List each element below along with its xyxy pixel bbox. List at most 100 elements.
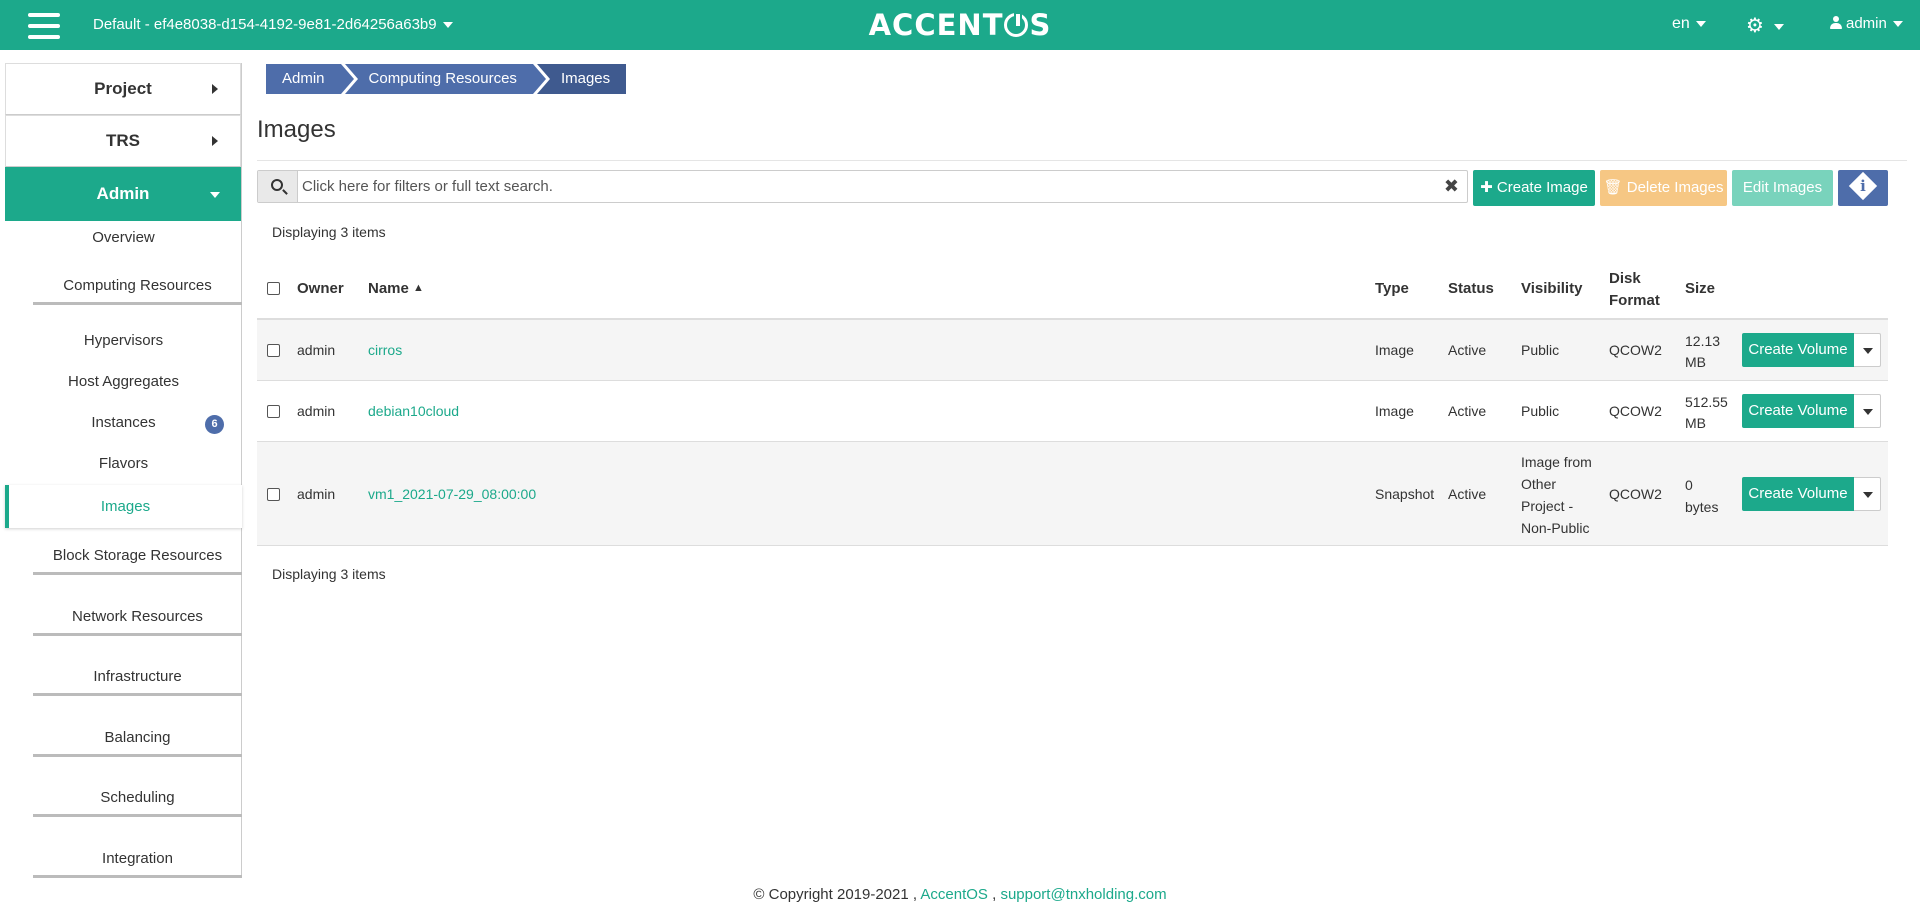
visibility-line: Project - bbox=[1521, 498, 1574, 514]
sidebar-item-hypervisors[interactable]: Hypervisors bbox=[5, 332, 242, 349]
sidebar-panel-admin[interactable]: Admin bbox=[5, 167, 241, 221]
create-image-button[interactable]: ✚ Create Image bbox=[1473, 170, 1595, 206]
user-icon bbox=[1830, 16, 1842, 29]
column-type[interactable]: Type bbox=[1375, 280, 1409, 297]
table-row: admin vm1_2021-07-29_08:00:00 Snapshot A… bbox=[257, 442, 1888, 546]
column-size[interactable]: Size bbox=[1685, 280, 1715, 297]
delete-images-button[interactable]: 🗑 Delete Images bbox=[1600, 170, 1727, 206]
sidebar-item-balancing[interactable]: Balancing bbox=[33, 729, 242, 757]
breadcrumb-admin[interactable]: Admin bbox=[266, 64, 358, 94]
size-value: 512.55 bbox=[1685, 394, 1728, 410]
page-title: Images bbox=[257, 116, 336, 143]
footer: © Copyright 2019-2021 , AccentOS , suppo… bbox=[0, 886, 1920, 903]
column-owner[interactable]: Owner bbox=[297, 280, 344, 297]
hamburger-menu-icon[interactable] bbox=[28, 13, 60, 39]
column-name[interactable]: Name ▲ bbox=[368, 280, 424, 297]
row-actions-dropdown[interactable] bbox=[1854, 333, 1881, 367]
items-count-top: Displaying 3 items bbox=[272, 224, 386, 240]
sidebar-item-scheduling[interactable]: Scheduling bbox=[33, 789, 242, 817]
copyright-text: © Copyright 2019-2021 , bbox=[753, 886, 918, 903]
breadcrumb-label: Images bbox=[560, 70, 611, 87]
breadcrumb-images: Images bbox=[536, 64, 627, 94]
cell-size: 0 bytes bbox=[1685, 474, 1718, 518]
instances-count-badge: 6 bbox=[205, 415, 224, 434]
column-disk-format[interactable]: Disk Format bbox=[1609, 268, 1660, 312]
user-name: admin bbox=[1846, 15, 1887, 32]
sidebar-item-computing-resources[interactable]: Computing Resources bbox=[33, 277, 242, 305]
search-bar: ✖ bbox=[257, 170, 1468, 203]
create-volume-button[interactable]: Create Volume bbox=[1742, 333, 1854, 367]
image-link[interactable]: debian10cloud bbox=[368, 403, 459, 419]
sidebar-item-block-storage-resources[interactable]: Block Storage Resources bbox=[33, 547, 242, 575]
support-email-link[interactable]: support@tnxholding.com bbox=[1000, 886, 1166, 903]
cell-type: Image bbox=[1375, 403, 1414, 419]
column-status[interactable]: Status bbox=[1448, 280, 1494, 297]
edit-images-button[interactable]: Edit Images bbox=[1732, 170, 1833, 206]
sort-asc-icon: ▲ bbox=[413, 282, 424, 294]
size-unit: MB bbox=[1685, 354, 1706, 370]
size-unit: bytes bbox=[1685, 499, 1719, 515]
sidebar-item-overview[interactable]: Overview bbox=[5, 229, 242, 246]
cell-owner: admin bbox=[297, 403, 336, 419]
create-volume-button[interactable]: Create Volume bbox=[1742, 394, 1854, 428]
cell-disk-format: QCOW2 bbox=[1609, 403, 1662, 419]
brand-text-left: ACCENT bbox=[868, 8, 1004, 42]
user-menu[interactable]: admin bbox=[1830, 15, 1903, 32]
sidebar-panel-trs[interactable]: TRS bbox=[5, 115, 241, 167]
column-label: Format bbox=[1609, 292, 1660, 309]
breadcrumb-label: Admin bbox=[282, 70, 325, 87]
chevron-right-icon bbox=[212, 84, 218, 94]
info-button[interactable]: i bbox=[1838, 170, 1888, 206]
sidebar-item-host-aggregates[interactable]: Host Aggregates bbox=[5, 373, 242, 390]
image-link[interactable]: cirros bbox=[368, 342, 402, 358]
row-checkbox[interactable] bbox=[267, 405, 280, 418]
table-row: admin cirros Image Active Public QCOW2 1… bbox=[257, 320, 1888, 381]
chevron-down-icon bbox=[1695, 20, 1706, 27]
table-header: Owner Name ▲ Type Status Visibility Disk… bbox=[257, 258, 1888, 320]
theme-selector[interactable]: ⚙ bbox=[1746, 13, 1784, 38]
image-link[interactable]: vm1_2021-07-29_08:00:00 bbox=[368, 486, 536, 502]
clear-icon[interactable]: ✖ bbox=[1444, 176, 1459, 197]
chevron-down-icon bbox=[442, 22, 453, 29]
sidebar-item-images[interactable]: Images bbox=[5, 485, 242, 528]
select-all-checkbox[interactable] bbox=[267, 282, 280, 295]
accentos-link[interactable]: AccentOS bbox=[920, 886, 988, 903]
gear-icon: ⚙ bbox=[1746, 15, 1764, 37]
sidebar-item-integration[interactable]: Integration bbox=[33, 850, 242, 878]
project-selector[interactable]: Default - ef4e8038-d154-4192-9e81-2d6425… bbox=[93, 16, 453, 33]
cell-name: debian10cloud bbox=[368, 403, 459, 419]
button-label: Create Image bbox=[1496, 179, 1588, 196]
column-visibility[interactable]: Visibility bbox=[1521, 280, 1582, 297]
row-actions-dropdown[interactable] bbox=[1854, 394, 1881, 428]
row-actions-dropdown[interactable] bbox=[1854, 477, 1881, 511]
search-input[interactable] bbox=[300, 171, 1430, 202]
top-navbar: Default - ef4e8038-d154-4192-9e81-2d6425… bbox=[0, 0, 1920, 50]
visibility-line: Image from bbox=[1521, 454, 1592, 470]
cell-type: Image bbox=[1375, 342, 1414, 358]
divider bbox=[257, 160, 1907, 161]
row-checkbox[interactable] bbox=[267, 344, 280, 357]
size-unit: MB bbox=[1685, 415, 1706, 431]
chevron-down-icon bbox=[1773, 23, 1784, 30]
chevron-right-icon bbox=[212, 136, 218, 146]
cell-status: Active bbox=[1448, 342, 1487, 358]
search-button[interactable] bbox=[258, 171, 298, 202]
create-volume-button[interactable]: Create Volume bbox=[1742, 477, 1854, 511]
table-row: admin debian10cloud Image Active Public … bbox=[257, 381, 1888, 442]
project-name: Default - ef4e8038-d154-4192-9e81-2d6425… bbox=[93, 16, 437, 33]
sidebar-item-flavors[interactable]: Flavors bbox=[5, 455, 242, 472]
row-checkbox[interactable] bbox=[267, 488, 280, 501]
language-selector[interactable]: en bbox=[1672, 15, 1706, 33]
sidebar-item-network-resources[interactable]: Network Resources bbox=[33, 608, 242, 636]
breadcrumb-computing-resources[interactable]: Computing Resources bbox=[344, 64, 550, 94]
footer-separator: , bbox=[992, 886, 997, 903]
cell-disk-format: QCOW2 bbox=[1609, 342, 1662, 358]
cell-status: Active bbox=[1448, 403, 1487, 419]
sidebar-item-instances[interactable]: Instances 6 bbox=[5, 414, 242, 434]
cell-visibility: Public bbox=[1521, 403, 1560, 419]
sidebar-panel-project[interactable]: Project bbox=[5, 63, 241, 115]
cell-owner: admin bbox=[297, 486, 336, 502]
sidebar-panel-label: TRS bbox=[106, 131, 140, 150]
sidebar-item-infrastructure[interactable]: Infrastructure bbox=[33, 668, 242, 696]
sidebar-item-label: Instances bbox=[91, 414, 156, 431]
